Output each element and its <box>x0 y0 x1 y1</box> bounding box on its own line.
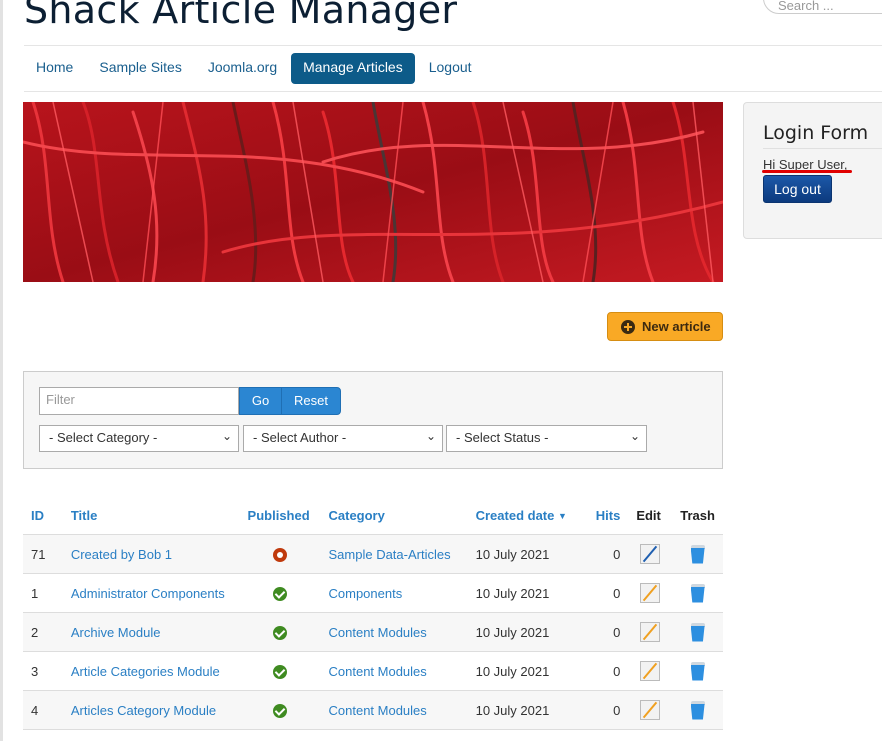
page-edge <box>0 0 3 741</box>
article-created-date: 10 July 2021 <box>467 573 588 613</box>
article-hits: 0 <box>587 612 629 652</box>
trash-bin-icon[interactable] <box>690 544 706 564</box>
site-title: Shack Article Manager <box>24 0 458 32</box>
red-foliage-image <box>23 102 723 282</box>
article-hits: 0 <box>587 534 629 574</box>
nav-item-manage-articles[interactable]: Manage Articles <box>291 53 415 84</box>
trash-can-body <box>690 664 705 681</box>
column-header-hits[interactable]: Hits <box>587 496 629 535</box>
column-header-trash: Trash <box>672 496 723 535</box>
edit-pencil-icon[interactable] <box>640 700 661 720</box>
column-header-id[interactable]: ID <box>23 496 63 535</box>
article-id: 4 <box>23 690 63 730</box>
greeting-highlight-underline <box>762 170 852 173</box>
article-id: 1 <box>23 573 63 613</box>
login-form-module: Login Form Hi Super User, Log out <box>743 102 882 239</box>
logout-button[interactable]: Log out <box>763 175 832 203</box>
nav-item-home[interactable]: Home <box>24 53 85 84</box>
trash-can-body <box>690 547 705 564</box>
article-category-link[interactable]: Content Modules <box>329 664 427 679</box>
main-nav: Home Sample Sites Joomla.org Manage Arti… <box>24 53 484 84</box>
nav-item-sample-sites[interactable]: Sample Sites <box>87 53 193 84</box>
reset-button[interactable]: Reset <box>281 387 341 415</box>
trash-can-body <box>690 703 705 720</box>
article-title-link[interactable]: Articles Category Module <box>71 703 216 718</box>
nav-bottom-divider <box>24 91 882 92</box>
published-check-icon[interactable] <box>273 703 288 718</box>
article-category-link[interactable]: Sample Data-Articles <box>329 547 451 562</box>
unpublished-circle-icon[interactable] <box>273 547 288 562</box>
plus-circle-icon <box>621 319 635 334</box>
article-title-link[interactable]: Article Categories Module <box>71 664 220 679</box>
created-date-label: Created date <box>475 507 555 523</box>
article-id: 2 <box>23 612 63 652</box>
article-created-date: 10 July 2021 <box>467 612 588 652</box>
nav-item-joomla-org[interactable]: Joomla.org <box>196 53 289 84</box>
login-form-divider <box>763 148 882 149</box>
article-created-date: 10 July 2021 <box>467 690 588 730</box>
chevron-down-icon: ⌄ <box>221 429 232 443</box>
chevron-down-icon: ⌄ <box>629 429 640 443</box>
article-hits: 0 <box>587 690 629 730</box>
status-select[interactable]: - Select Status - ⌄ <box>446 425 647 452</box>
article-category-link[interactable]: Content Modules <box>329 625 427 640</box>
edit-pencil-icon[interactable] <box>640 544 661 564</box>
column-header-category[interactable]: Category <box>320 496 468 535</box>
table-row: 4 Articles Category Module Content Modules… <box>23 690 723 730</box>
article-hits: 0 <box>587 651 629 691</box>
column-header-edit: Edit <box>628 496 673 535</box>
trash-bin-icon[interactable] <box>690 583 706 603</box>
search-input[interactable]: Search ... <box>763 0 882 14</box>
trash-can-body <box>690 586 705 603</box>
edit-pencil-icon[interactable] <box>640 583 661 603</box>
category-select[interactable]: - Select Category - ⌄ <box>39 425 239 452</box>
articles-table: ID Title Published Category Created date… <box>23 496 723 730</box>
chevron-down-icon: ⌄ <box>425 429 436 443</box>
column-header-title[interactable]: Title <box>62 496 240 535</box>
new-article-button[interactable]: New article <box>607 312 723 341</box>
article-title-link[interactable]: Created by Bob 1 <box>71 547 172 562</box>
article-created-date: 10 July 2021 <box>467 651 588 691</box>
trash-bin-icon[interactable] <box>690 661 706 681</box>
table-row: 71 Created by Bob 1 Sample Data-Articles 10… <box>23 534 723 574</box>
article-hits: 0 <box>587 573 629 613</box>
filter-input[interactable]: Filter <box>39 387 239 415</box>
edit-pencil-icon[interactable] <box>640 622 661 642</box>
table-row: 3 Article Categories Module Content Module… <box>23 651 723 691</box>
column-header-created-date[interactable]: Created date ▼ <box>467 496 588 535</box>
table-row: 1 Administrator Components Components 10 Ju… <box>23 573 723 613</box>
login-form-title: Login Form <box>763 122 869 144</box>
filter-placeholder: Filter <box>46 392 75 407</box>
article-title-link[interactable]: Archive Module <box>71 625 161 640</box>
published-check-icon[interactable] <box>273 664 288 679</box>
trash-can-body <box>690 625 705 642</box>
edit-pencil-icon[interactable] <box>640 661 661 681</box>
nav-top-divider <box>24 45 882 46</box>
category-select-value: - Select Category - <box>49 430 158 445</box>
published-check-icon[interactable] <box>273 586 288 601</box>
nav-item-logout[interactable]: Logout <box>417 53 484 84</box>
article-title-link[interactable]: Administrator Components <box>71 586 225 601</box>
sort-descending-icon: ▼ <box>557 510 567 521</box>
article-id: 71 <box>23 534 63 574</box>
table-header-row: ID Title Published Category Created date… <box>23 496 723 535</box>
filter-panel: Filter Go Reset - Select Category - ⌄ - … <box>23 371 723 469</box>
new-article-label: New article <box>642 319 711 334</box>
status-select-value: - Select Status - <box>456 430 549 445</box>
column-header-published[interactable]: Published <box>239 496 321 535</box>
trash-bin-icon[interactable] <box>690 622 706 642</box>
article-id: 3 <box>23 651 63 691</box>
published-check-icon[interactable] <box>273 625 288 640</box>
trash-bin-icon[interactable] <box>690 700 706 720</box>
author-select-value: - Select Author - <box>253 430 347 445</box>
table-row: 2 Archive Module Content Modules 10 July 20… <box>23 612 723 652</box>
article-category-link[interactable]: Components <box>329 586 403 601</box>
article-created-date: 10 July 2021 <box>467 534 588 574</box>
article-category-link[interactable]: Content Modules <box>329 703 427 718</box>
go-button[interactable]: Go <box>239 387 282 415</box>
search-placeholder: Search ... <box>778 0 834 13</box>
author-select[interactable]: - Select Author - ⌄ <box>243 425 443 452</box>
banner-image <box>23 102 723 282</box>
